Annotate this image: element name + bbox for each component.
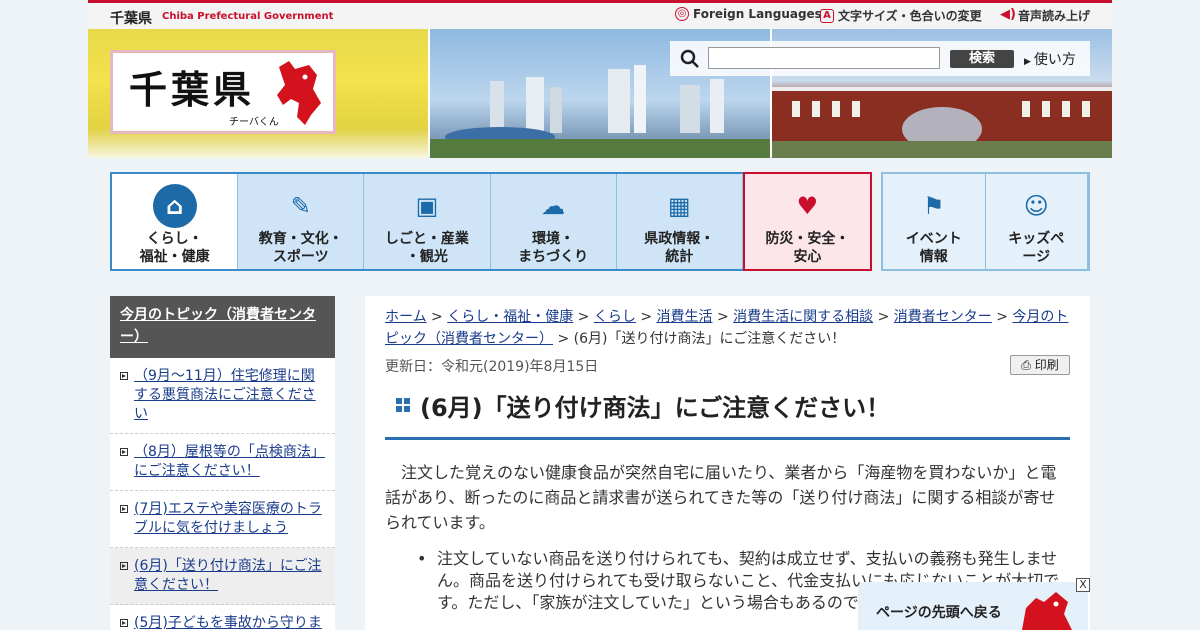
intro-paragraph: 注文した覚えのない健康食品が突然自宅に届いたり、業者から「海産物を買わないか」と…: [385, 463, 1057, 532]
search-button[interactable]: 検索: [950, 50, 1014, 68]
header-top-bar: 千葉県 Chiba Prefectural Government ◎ Forei…: [88, 3, 1112, 29]
back-to-top-label: ページの先頭へ戻る: [876, 605, 1002, 621]
flag-icon: ⚑: [922, 192, 945, 220]
text-size-color-link[interactable]: A 文字サイズ・色合いの変更: [820, 7, 982, 24]
updated-date: 更新日：令和元(2019)年8月15日: [385, 359, 599, 375]
site-logo[interactable]: 千葉県 チーバくん: [110, 50, 336, 134]
print-label: 印刷: [1034, 358, 1059, 372]
speech-label: 音声読み上げ: [1018, 9, 1091, 23]
global-nav: ⌂ くらし・ 福祉・健康 ✎ 教育・文化・ スポーツ ▣ しごと・産業 ・観光 …: [110, 172, 873, 271]
nav-label: キッズペ ージ: [1008, 231, 1065, 265]
briefcase-icon: ▣: [415, 192, 439, 220]
sidebar-link[interactable]: (6月)「送り付け商法」にご注意ください！: [134, 558, 322, 593]
nav-label: 教育・文化・ スポーツ: [258, 231, 343, 265]
text-size-icon: A: [820, 8, 834, 23]
chiba-kun-mascot-icon: [1022, 592, 1072, 630]
search-icon: [680, 49, 699, 68]
sidebar: 今月のトピック（消費者センター） （9月～11月）住宅修理に関する悪質商法にご注…: [110, 296, 335, 630]
print-button[interactable]: ⎙ 印刷: [1010, 355, 1070, 375]
nav-label: くらし・ 福祉・健康: [139, 231, 210, 265]
search-input[interactable]: [708, 47, 940, 69]
sidebar-heading[interactable]: 今月のトピック（消費者センター）: [110, 296, 335, 358]
nav-item-government[interactable]: ▦ 県政情報・ 統計: [617, 174, 743, 269]
breadcrumb-link[interactable]: くらし・福祉・健康: [447, 309, 573, 325]
nav-item-work[interactable]: ▣ しごと・産業 ・観光: [364, 174, 491, 269]
arrow-bullet-icon: [120, 505, 128, 513]
search-help-label: 使い方: [1033, 52, 1076, 68]
nav-item-kids[interactable]: ☺ キッズペ ージ: [986, 174, 1088, 269]
printer-icon: ⎙: [1021, 358, 1031, 372]
breadcrumb-link[interactable]: くらし: [594, 309, 636, 325]
breadcrumb-link[interactable]: ホーム: [385, 309, 427, 325]
sidebar-item: (5月)子どもを事故から守りま: [110, 605, 335, 630]
search-bar: 検索 ▶ 使い方: [670, 41, 1090, 76]
site-name: 千葉県: [110, 11, 152, 27]
main-content: ホーム > くらし・福祉・健康 > くらし > 消費生活 > 消費生活に関する相…: [365, 296, 1090, 630]
nav-label: イベント 情報: [905, 231, 962, 265]
weather-icon: ☁: [541, 192, 566, 220]
nav-item-environment[interactable]: ☁ 環境・ まちづくり: [491, 174, 617, 269]
house-icon: ⌂: [152, 184, 197, 228]
sub-nav: ⚑ イベント 情報 ☺ キッズペ ージ: [881, 172, 1090, 271]
breadcrumb-link[interactable]: 消費生活に関する相談: [733, 309, 873, 325]
breadcrumb: ホーム > くらし・福祉・健康 > くらし > 消費生活 > 消費生活に関する相…: [385, 309, 1069, 347]
nav-label: 防災・安全・ 安心: [765, 231, 850, 265]
speaker-icon: ◀): [1000, 6, 1016, 22]
sidebar-item: （8月）屋根等の「点検商法」にご注意ください！: [110, 434, 335, 491]
globe-icon: ◎: [675, 7, 689, 21]
logo-text: 千葉県: [129, 67, 256, 112]
sidebar-link[interactable]: (7月)エステや美容医療のトラブルに気を付けましょう: [134, 501, 322, 536]
title-square-icon: [396, 398, 410, 412]
text-size-label: 文字サイズ・色合いの変更: [838, 9, 982, 23]
nav-item-education[interactable]: ✎ 教育・文化・ スポーツ: [238, 174, 365, 269]
sidebar-item-current: (6月)「送り付け商法」にご注意ください！: [110, 548, 335, 605]
sidebar-item: （9月～11月）住宅修理に関する悪質商法にご注意ください: [110, 358, 335, 434]
site-name-en: Chiba Prefectural Government: [162, 11, 334, 22]
sidebar-link[interactable]: （9月～11月）住宅修理に関する悪質商法にご注意ください: [134, 368, 316, 422]
nav-label: 環境・ まちづくり: [518, 231, 589, 265]
foreign-languages-label: Foreign Languages: [693, 7, 822, 21]
nav-item-disaster[interactable]: ♥ 防災・安全・ 安心: [742, 172, 873, 271]
sidebar-item: (7月)エステや美容医療のトラブルに気を付けましょう: [110, 491, 335, 548]
sidebar-link[interactable]: (5月)子どもを事故から守りま: [134, 615, 322, 630]
arrow-bullet-icon: [120, 562, 128, 570]
nav-label: 県政情報・ 統計: [644, 231, 715, 265]
arrow-bullet-icon: [120, 372, 128, 380]
heart-icon: ♥: [796, 192, 819, 220]
sports-icon: ✎: [290, 192, 311, 220]
sidebar-link[interactable]: （8月）屋根等の「点検商法」にご注意ください！: [134, 444, 325, 479]
sidebar-list: （9月～11月）住宅修理に関する悪質商法にご注意ください （8月）屋根等の「点検…: [110, 358, 335, 630]
nav-item-events[interactable]: ⚑ イベント 情報: [883, 174, 986, 269]
site-header: 千葉県 Chiba Prefectural Government ◎ Forei…: [88, 0, 1112, 158]
rapeseed-banner: 千葉県 チーバくん: [88, 29, 428, 158]
nav-item-living[interactable]: ⌂ くらし・ 福祉・健康: [112, 174, 239, 269]
page-title-text: (6月)「送り付け商法」にご注意ください！: [420, 394, 891, 422]
search-help-link[interactable]: ▶ 使い方: [1024, 49, 1076, 69]
arrow-bullet-icon: [120, 448, 128, 456]
arrow-right-icon: ▶: [1024, 57, 1031, 67]
arrow-bullet-icon: [120, 619, 128, 627]
breadcrumb-link[interactable]: 消費生活: [657, 309, 713, 325]
logo-sub: チーバくん: [229, 117, 279, 128]
nav-label: しごと・産業 ・観光: [384, 231, 469, 265]
sidebar-heading-label: 今月のトピック（消費者センター）: [120, 307, 316, 345]
breadcrumb-current: (6月)「送り付け商法」にご注意ください！: [573, 331, 846, 347]
page-title: (6月)「送り付け商法」にご注意ください！: [385, 388, 1070, 440]
kids-icon: ☺: [1023, 192, 1049, 220]
breadcrumb-link[interactable]: 消費者センター: [894, 309, 992, 325]
speech-link[interactable]: ◀) 音声読み上げ: [1000, 7, 1090, 24]
close-icon[interactable]: X: [1076, 578, 1090, 592]
building-icon: ▦: [667, 192, 691, 220]
foreign-languages-link[interactable]: ◎ Foreign Languages: [675, 7, 822, 21]
